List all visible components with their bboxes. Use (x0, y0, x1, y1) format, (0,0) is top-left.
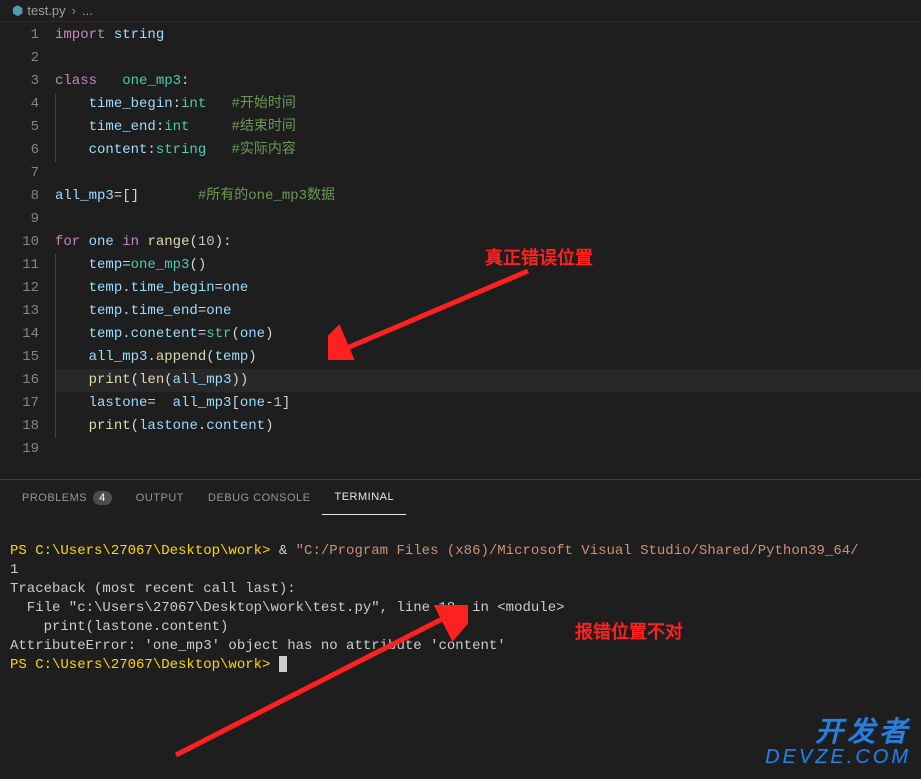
panel-tabs: PROBLEMS 4 OUTPUT DEBUG CONSOLE TERMINAL (0, 480, 921, 515)
line-number: 6 (0, 139, 39, 162)
tab-output-label: OUTPUT (136, 492, 184, 504)
code-line[interactable]: print(len(all_mp3)) (55, 369, 921, 392)
code-line[interactable]: class one_mp3: (55, 70, 921, 93)
line-number: 2 (0, 47, 39, 70)
terminal-line: PS C:\Users\27067\Desktop\work> (10, 657, 287, 673)
terminal-line: PS C:\Users\27067\Desktop\work> & "C:/Pr… (10, 543, 859, 559)
tab-output[interactable]: OUTPUT (124, 480, 196, 515)
breadcrumb-rest: ... (82, 3, 93, 18)
line-number: 15 (0, 346, 39, 369)
tab-problems-label: PROBLEMS (22, 492, 87, 504)
amp: & (279, 543, 287, 559)
code-line[interactable]: for one in range(10): (55, 231, 921, 254)
line-number: 12 (0, 277, 39, 300)
tab-terminal[interactable]: TERMINAL (322, 480, 406, 515)
terminal-line: print(lastone.content) (10, 619, 228, 635)
watermark-line2: DEVZE.COM (765, 746, 911, 769)
problems-count-badge: 4 (93, 491, 112, 505)
code-line[interactable]: all_mp3.append(temp) (55, 346, 921, 369)
prompt: PS C:\Users\27067\Desktop\work> (10, 657, 279, 673)
code-line[interactable]: temp.time_begin=one (55, 277, 921, 300)
watermark: 开发者 DEVZE.COM (765, 710, 911, 769)
line-number: 18 (0, 415, 39, 438)
line-number: 3 (0, 70, 39, 93)
terminal-cursor (279, 656, 287, 672)
code-line[interactable]: content:string #实际内容 (55, 139, 921, 162)
line-number: 19 (0, 438, 39, 461)
watermark-line1: 开发者 (765, 710, 911, 750)
code-editor[interactable]: 12345678910111213141516171819 import str… (0, 22, 921, 479)
code-line[interactable] (55, 162, 921, 185)
tab-debug-label: DEBUG CONSOLE (208, 492, 310, 504)
line-number: 1 (0, 24, 39, 47)
code-line[interactable] (55, 438, 921, 461)
code-line[interactable]: lastone= all_mp3[one-1] (55, 392, 921, 415)
line-number: 7 (0, 162, 39, 185)
breadcrumb-separator: › (72, 3, 76, 18)
code-line[interactable]: import string (55, 24, 921, 47)
line-number: 5 (0, 116, 39, 139)
line-number: 10 (0, 231, 39, 254)
cmd-path: "C:/Program Files (x86)/Microsoft Visual… (287, 543, 858, 559)
tab-terminal-label: TERMINAL (334, 491, 394, 503)
terminal-line: AttributeError: 'one_mp3' object has no … (10, 638, 506, 654)
line-number: 13 (0, 300, 39, 323)
line-number-gutter: 12345678910111213141516171819 (0, 22, 55, 479)
code-area[interactable]: import string class one_mp3: time_begin:i… (55, 22, 921, 479)
prompt: PS C:\Users\27067\Desktop\work> (10, 543, 279, 559)
breadcrumb[interactable]: ⬢ test.py › ... (0, 0, 921, 22)
terminal-content[interactable]: PS C:\Users\27067\Desktop\work> & "C:/Pr… (0, 515, 921, 702)
terminal-line: 1 (10, 562, 18, 578)
terminal-line: File "c:\Users\27067\Desktop\work\test.p… (10, 600, 565, 616)
breadcrumb-filename: test.py (27, 3, 65, 18)
code-line[interactable]: print(lastone.content) (55, 415, 921, 438)
line-number: 9 (0, 208, 39, 231)
code-line[interactable]: time_begin:int #开始时间 (55, 93, 921, 116)
code-line[interactable]: all_mp3=[] #所有的one_mp3数据 (55, 185, 921, 208)
code-line[interactable] (55, 47, 921, 70)
code-line[interactable]: temp=one_mp3() (55, 254, 921, 277)
terminal-line: Traceback (most recent call last): (10, 581, 296, 597)
python-file-icon: ⬢ (12, 3, 23, 19)
code-line[interactable]: temp.time_end=one (55, 300, 921, 323)
code-line[interactable]: temp.conetent=str(one) (55, 323, 921, 346)
line-number: 8 (0, 185, 39, 208)
code-line[interactable]: time_end:int #结束时间 (55, 116, 921, 139)
code-line[interactable] (55, 208, 921, 231)
line-number: 14 (0, 323, 39, 346)
tab-problems[interactable]: PROBLEMS 4 (10, 480, 124, 515)
line-number: 4 (0, 93, 39, 116)
tab-debug-console[interactable]: DEBUG CONSOLE (196, 480, 322, 515)
line-number: 17 (0, 392, 39, 415)
line-number: 16 (0, 369, 39, 392)
line-number: 11 (0, 254, 39, 277)
